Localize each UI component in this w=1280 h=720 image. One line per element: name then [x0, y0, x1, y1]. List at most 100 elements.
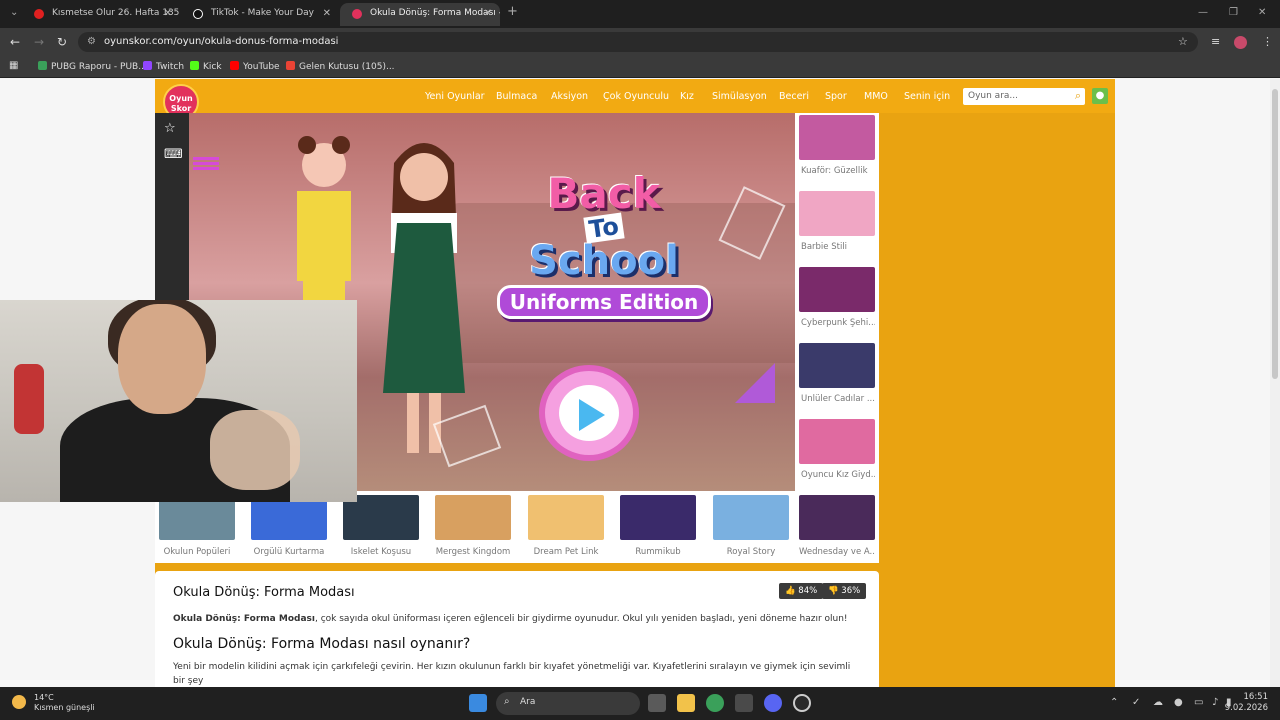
address-toolbar: ← → ↻ ⚙ oyunskor.com/oyun/okula-donus-fo… [0, 28, 1280, 56]
title-school: School [529, 238, 679, 284]
like-button[interactable]: 👍 84% [779, 583, 824, 599]
tab-tiktok[interactable]: TikTok - Make Your Day ✕ [181, 3, 339, 26]
bookmark-gmail[interactable]: Gelen Kutusu (105)... [286, 61, 395, 72]
forward-icon[interactable]: → [34, 35, 44, 49]
tab-okula-donus[interactable]: Okula Dönüş: Forma Modası - C ✕ [340, 3, 500, 26]
nav-kiz[interactable]: Kız [680, 91, 694, 102]
bottom-game-card[interactable]: Rummikub [620, 495, 696, 561]
bottom-game-card[interactable]: İskelet Koşusu [343, 495, 419, 561]
apps-grid-icon[interactable]: ▦ [9, 60, 18, 71]
tab-kismetse[interactable]: Kısmetse Olur 26. Hafta 135 Bö ✕ [22, 3, 180, 26]
tab-list-icon[interactable]: ⌄ [10, 7, 18, 18]
game-label: Mergest Kingdom [435, 547, 511, 557]
play-button[interactable] [539, 365, 639, 461]
mic-icon[interactable]: ● [1174, 697, 1183, 708]
search-placeholder: Oyun ara... [968, 91, 1018, 101]
back-icon[interactable]: ← [10, 35, 20, 49]
bookmark-star-icon[interactable]: ☆ [1178, 35, 1188, 48]
tray-app-icon[interactable]: ✓ [1132, 697, 1140, 708]
bookmark-pubg[interactable]: PUBG Raporu - PUB... [38, 61, 147, 72]
nav-beceri[interactable]: Beceri [779, 91, 809, 102]
chrome-icon[interactable] [706, 694, 724, 712]
game-description: Okula Dönüş: Forma Modası, çok sayıda ok… [173, 612, 861, 626]
bottom-game-card[interactable]: Okulun Popüleri [159, 495, 235, 561]
side-game-card[interactable]: Cyberpunk Şehi... [799, 267, 875, 339]
file-explorer-icon[interactable] [677, 694, 695, 712]
nav-aksiyon[interactable]: Aksiyon [551, 91, 588, 102]
game-label: Rummikub [635, 547, 681, 557]
bookmark-twitch[interactable]: Twitch [143, 61, 184, 72]
side-game-card[interactable]: Oyuncu Kız Giyd... [799, 419, 875, 491]
game-title: Okula Dönüş: Forma Modası [173, 585, 355, 600]
maximize-icon[interactable]: ❐ [1229, 7, 1238, 18]
title-to: To [583, 212, 625, 244]
game-label: Barbie Stili [801, 242, 848, 252]
scrollbar-thumb[interactable] [1272, 89, 1278, 379]
close-window-icon[interactable]: ✕ [1258, 7, 1266, 18]
discord-icon[interactable] [764, 694, 782, 712]
search-icon[interactable]: ⌕ [1075, 89, 1081, 103]
microphone-image [14, 364, 44, 434]
close-tab-icon[interactable]: ✕ [484, 8, 492, 19]
game-thumbnail [435, 495, 511, 540]
bookmark-youtube[interactable]: YouTube [230, 61, 280, 72]
clock-time: 16:51 [1243, 692, 1269, 702]
media-icon[interactable]: ≡ [1211, 35, 1220, 48]
menu-icon[interactable]: ⋮ [1262, 35, 1273, 48]
weather-temp: 14°C [34, 693, 54, 702]
site-info-icon[interactable]: ⚙ [87, 36, 96, 47]
nav-cok-oyunculu[interactable]: Çok Oyunculu [603, 91, 669, 102]
tray-chevron-icon[interactable]: ⌃ [1110, 697, 1118, 708]
store-icon[interactable] [735, 694, 753, 712]
url-bar[interactable]: ⚙ oyunskor.com/oyun/okula-donus-forma-mo… [78, 32, 1198, 52]
profile-avatar[interactable] [1234, 36, 1247, 49]
network-icon[interactable]: ▭ [1194, 697, 1203, 708]
volume-icon[interactable]: ♪ [1212, 697, 1218, 708]
bottom-game-card[interactable]: Örgülü Kurtarma [251, 495, 327, 561]
taskbar-search[interactable]: ⌕ Ara [496, 692, 640, 715]
obs-icon[interactable] [793, 694, 811, 712]
nav-senin-icin[interactable]: Senin için [904, 91, 950, 102]
nav-yeni-oyunlar[interactable]: Yeni Oyunlar [425, 91, 485, 102]
user-icon[interactable]: ● [1092, 88, 1108, 104]
bookmark-kick[interactable]: Kick [190, 61, 222, 72]
game-title-art: Back To School Uniforms Edition [489, 173, 719, 319]
close-tab-icon[interactable]: ✕ [323, 8, 331, 19]
side-game-card[interactable]: Kuaför: Güzellik [799, 115, 875, 187]
game-thumbnail [620, 495, 696, 540]
nav-mmo[interactable]: MMO [864, 91, 888, 102]
nav-spor[interactable]: Spor [825, 91, 847, 102]
close-tab-icon[interactable]: ✕ [164, 8, 172, 19]
bottom-game-card[interactable]: Mergest Kingdom [435, 495, 511, 561]
weather-sun-icon [12, 695, 26, 709]
ruler-triangle-icon [735, 363, 775, 403]
tray-cloud-icon[interactable]: ☁ [1153, 697, 1163, 708]
gamepad-icon[interactable]: ⌨ [164, 147, 183, 162]
new-tab-button[interactable]: + [507, 4, 518, 19]
description-text: , çok sayıda okul üniforması içeren eğle… [314, 614, 848, 624]
page-scrollbar[interactable] [1270, 79, 1280, 687]
windows-start-icon[interactable] [469, 694, 487, 712]
bottom-game-card[interactable]: Royal Story [713, 495, 789, 561]
game-label: Oyuncu Kız Giyd... [801, 470, 875, 480]
favorite-star-icon[interactable]: ☆ [164, 121, 176, 136]
side-game-card[interactable]: Barbie Stili [799, 191, 875, 263]
gmail-icon [286, 61, 295, 70]
game-thumbnail [799, 419, 875, 464]
hamburger-icon[interactable] [193, 157, 219, 160]
bottom-game-card[interactable]: Wednesday ve A... [799, 495, 875, 561]
system-clock[interactable]: 16:51 9.02.2026 [1225, 692, 1268, 714]
search-input[interactable]: Oyun ara... ⌕ [963, 88, 1085, 105]
nav-bulmaca[interactable]: Bulmaca [496, 91, 537, 102]
bookmark-label: Gelen Kutusu (105)... [299, 62, 395, 72]
task-view-icon[interactable] [648, 694, 666, 712]
reload-icon[interactable]: ↻ [57, 35, 67, 49]
side-game-card[interactable]: Ünlüler Cadılar ... [799, 343, 875, 415]
twitch-icon [143, 61, 152, 70]
bookmarks-bar: ▦ PUBG Raporu - PUB... Twitch Kick YouTu… [0, 56, 1280, 78]
dislike-button[interactable]: 👎 36% [822, 583, 867, 599]
nav-simulasyon[interactable]: Simülasyon [712, 91, 767, 102]
minimize-icon[interactable]: — [1198, 7, 1208, 18]
tab-title: TikTok - Make Your Day [211, 8, 315, 18]
bottom-game-card[interactable]: Dream Pet Link [528, 495, 604, 561]
